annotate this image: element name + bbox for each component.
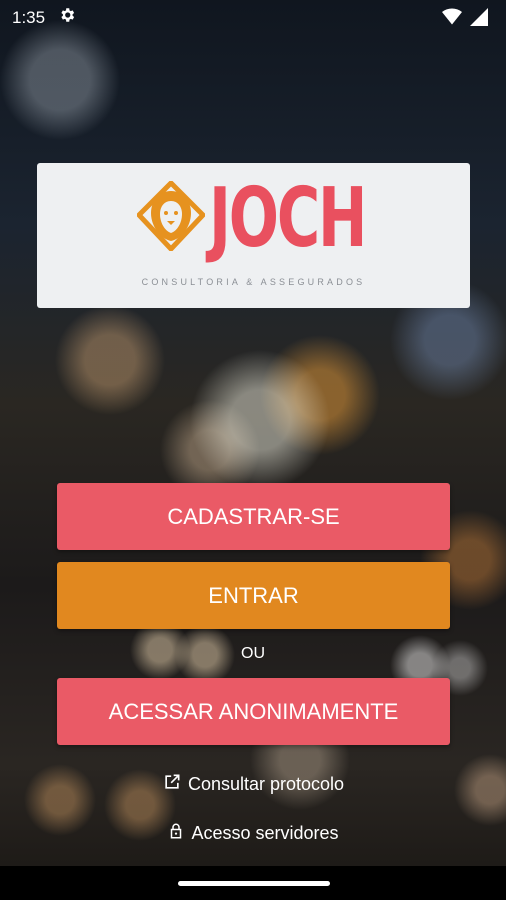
home-indicator[interactable] [178, 881, 330, 886]
login-button[interactable]: ENTRAR [57, 562, 450, 629]
status-time: 1:35 [12, 8, 46, 27]
status-bar: 1:35 [0, 0, 506, 36]
register-button[interactable]: CADASTRAR-SE [57, 483, 450, 550]
or-separator: OU [241, 645, 265, 662]
servers-access-link[interactable]: Acesso servidores [0, 821, 506, 846]
gear-icon [58, 6, 76, 29]
brand-name: JOCH [209, 171, 367, 266]
external-link-icon [162, 772, 182, 797]
consult-protocol-label: Consultar protocolo [187, 774, 345, 794]
logo-card: JOCH CONSULTORIA & ASSEGURADOS [37, 163, 470, 308]
anonymous-access-button[interactable]: ACESSAR ANONIMAMENTE [57, 678, 450, 745]
wifi-icon [442, 8, 462, 31]
servers-access-label: Acesso servidores [191, 823, 339, 843]
brand-tagline: CONSULTORIA & ASSEGURADOS [141, 277, 366, 287]
background-image [0, 0, 506, 900]
consult-protocol-link[interactable]: Consultar protocolo [0, 772, 506, 797]
lion-icon [135, 179, 207, 256]
navigation-bar [0, 866, 506, 900]
lock-icon [167, 821, 185, 846]
signal-icon [470, 8, 488, 31]
